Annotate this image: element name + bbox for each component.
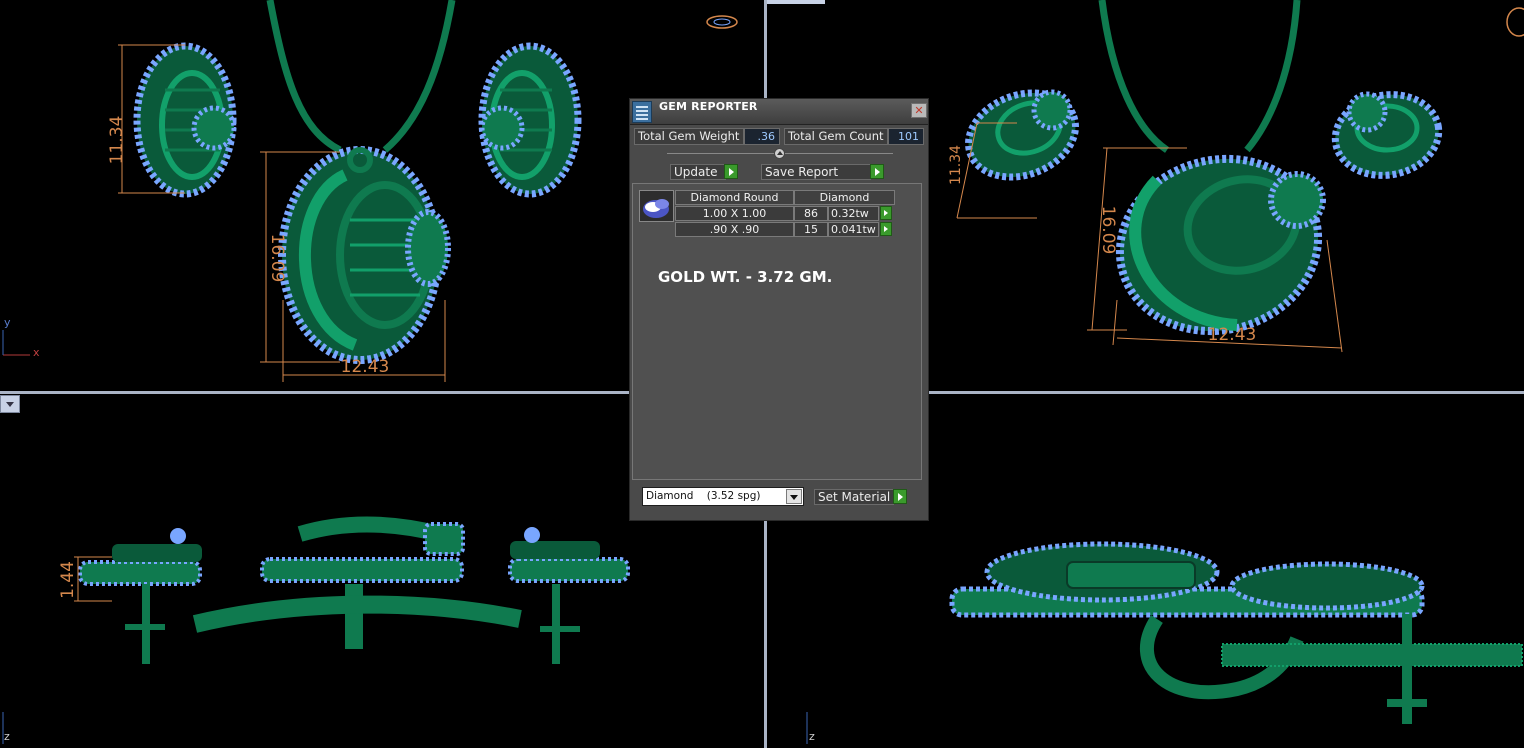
table-row-1-count: 86: [794, 206, 828, 221]
table-row-1-weight: 0.32tw: [828, 206, 879, 221]
table-header-shape: Diamond Round: [675, 190, 794, 205]
dim-pendant-width: 12.43: [341, 357, 390, 377]
axis-z-label-persp: z: [809, 730, 815, 743]
total-gem-count-label: Total Gem Count: [784, 128, 888, 145]
row-1-go-icon[interactable]: [880, 206, 892, 220]
total-gem-weight-label: Total Gem Weight: [634, 128, 744, 145]
splitter-knob[interactable]: [774, 148, 785, 159]
set-material-button[interactable]: Set Material: [814, 489, 894, 505]
axis-x-label: x: [33, 346, 40, 359]
dim-earring-height-persp: 11.34: [948, 145, 964, 185]
dim-earring-height: 11.34: [107, 116, 127, 165]
viewport-menu-button[interactable]: [0, 395, 20, 413]
panel-title: GEM REPORTER: [659, 100, 758, 113]
diamond-thumbnail: [643, 199, 669, 218]
panel-title-bar[interactable]: GEM REPORTER ✕: [630, 99, 928, 125]
table-row-2-count: 15: [794, 222, 828, 237]
chevron-down-icon[interactable]: [786, 489, 802, 504]
row-2-go-icon[interactable]: [880, 222, 892, 236]
material-select[interactable]: Diamond (3.52 spg): [642, 487, 804, 506]
gold-weight-note: GOLD WT. - 3.72 GM.: [658, 268, 833, 286]
axis-z-label: z: [4, 730, 10, 743]
diamond-round-icon: [639, 190, 674, 222]
viewport-tab[interactable]: [767, 0, 825, 4]
update-button[interactable]: Update: [670, 164, 726, 180]
save-report-go-icon[interactable]: [870, 164, 884, 179]
dim-pendant-height: 16.09: [267, 234, 287, 283]
table-row-2-weight: 0.041tw: [828, 222, 879, 237]
update-go-icon[interactable]: [724, 164, 738, 179]
total-gem-weight-value: .36: [744, 128, 780, 145]
close-icon[interactable]: ✕: [911, 103, 927, 118]
total-gem-count-value: 101: [888, 128, 924, 145]
table-header-material: Diamond: [794, 190, 895, 205]
table-row-1-size: 1.00 X 1.00: [675, 206, 794, 221]
dim-thickness: 1.44: [58, 561, 78, 599]
dim-pendant-width-persp: 12.43: [1208, 325, 1257, 345]
gem-reporter-icon: [632, 101, 652, 123]
axis-y-label: y: [4, 316, 11, 329]
save-report-button[interactable]: Save Report: [761, 164, 871, 180]
dim-pendant-height-persp: 16.09: [1098, 206, 1118, 255]
set-material-go-icon[interactable]: [893, 489, 907, 504]
table-row-2-size: .90 X .90: [675, 222, 794, 237]
